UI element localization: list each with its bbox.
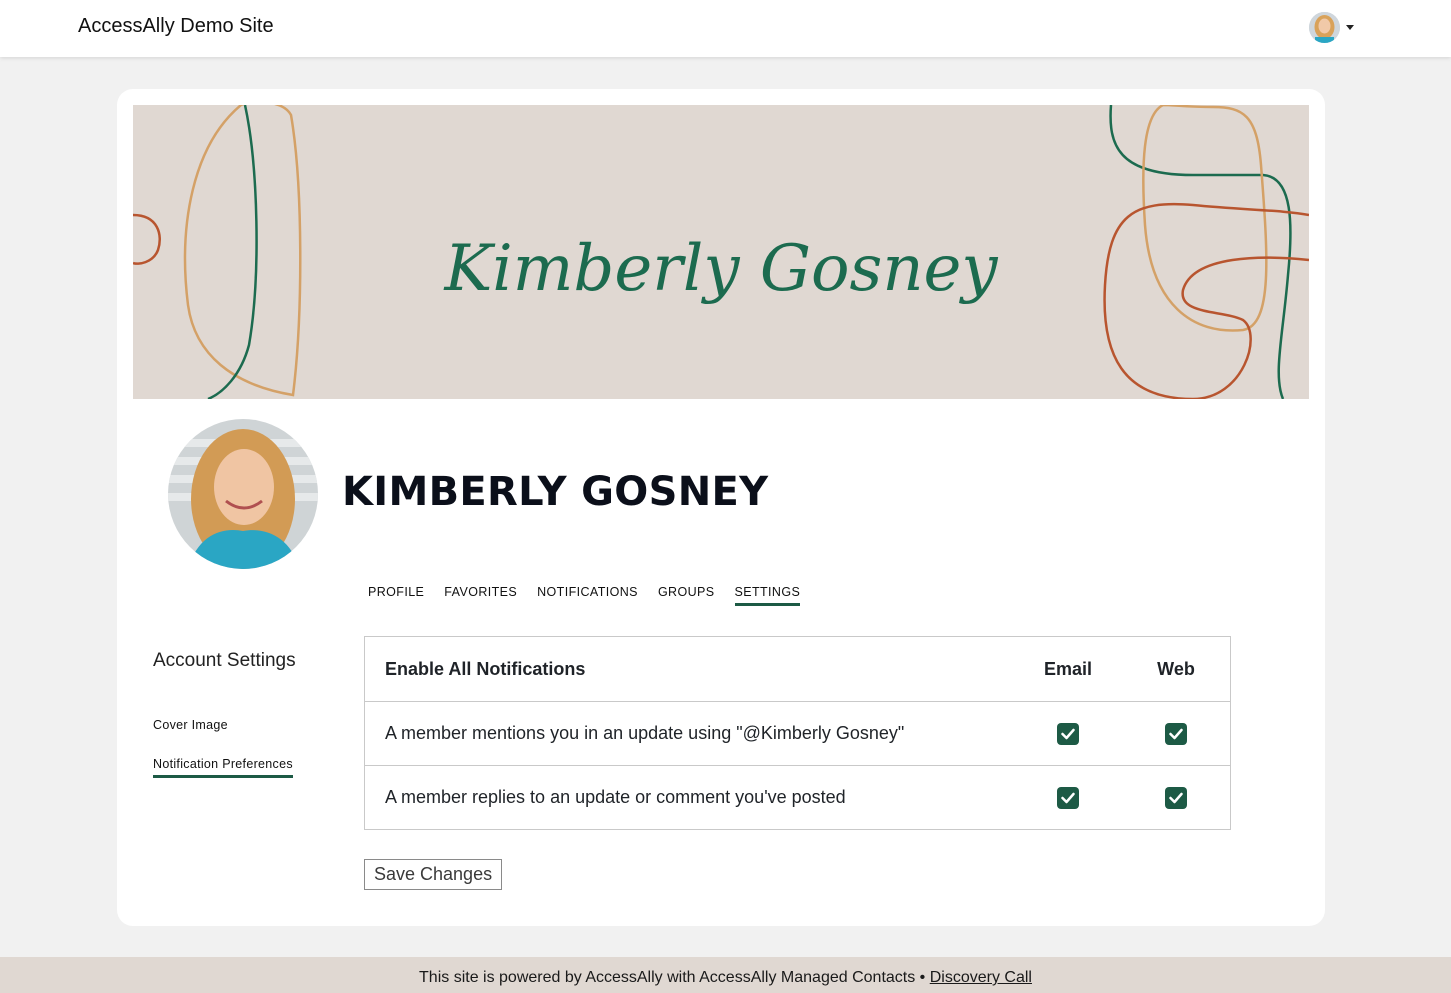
save-changes-button[interactable]: Save Changes: [364, 859, 503, 890]
discovery-call-link[interactable]: Discovery Call: [930, 969, 1032, 986]
tab-groups[interactable]: GROUPS: [658, 585, 715, 606]
notification-label: A member mentions you in an update using…: [385, 723, 905, 743]
user-avatar: [1309, 11, 1340, 43]
table-row: A member mentions you in an update using…: [365, 701, 1230, 765]
checkmark-icon: [1169, 728, 1183, 739]
user-menu-toggle[interactable]: [1309, 11, 1354, 43]
web-checkbox[interactable]: [1165, 786, 1187, 809]
top-navbar: AccessAlly Demo Site: [0, 0, 1451, 57]
checkmark-icon: [1061, 792, 1075, 803]
email-column-header: Email: [1043, 658, 1093, 679]
profile-avatar: [168, 419, 318, 569]
footer-text: This site is powered by AccessAlly with …: [419, 969, 926, 986]
tab-favorites[interactable]: FAVORITES: [444, 585, 517, 606]
caret-down-icon: [1346, 24, 1354, 30]
account-settings-title: Account Settings: [153, 650, 296, 671]
notification-preferences-table: Enable All Notifications Email Web A mem…: [364, 636, 1231, 830]
table-header-row: Enable All Notifications Email Web: [365, 637, 1230, 701]
tab-notifications[interactable]: NOTIFICATIONS: [537, 585, 638, 606]
profile-card: Kimberly Gosney KIMBERLY GOSNEY PROFILE …: [117, 89, 1325, 926]
web-checkbox[interactable]: [1165, 722, 1187, 745]
checkmark-icon: [1169, 792, 1183, 803]
profile-tabs: PROFILE FAVORITES NOTIFICATIONS GROUPS S…: [368, 585, 801, 606]
email-checkbox[interactable]: [1057, 722, 1079, 745]
tab-settings[interactable]: SETTINGS: [734, 585, 801, 606]
notification-label: A member replies to an update or comment…: [385, 787, 846, 807]
enable-all-notifications-label: Enable All Notifications: [385, 658, 586, 679]
table-row: A member replies to an update or comment…: [365, 765, 1230, 829]
tab-profile[interactable]: PROFILE: [368, 585, 424, 606]
sidebar-item-cover-image[interactable]: Cover Image: [153, 718, 228, 736]
site-footer: This site is powered by AccessAlly with …: [0, 957, 1451, 993]
cover-signature-text: Kimberly Gosney: [443, 232, 998, 306]
cover-image: Kimberly Gosney: [133, 105, 1309, 399]
email-checkbox[interactable]: [1057, 786, 1079, 809]
site-title-link[interactable]: AccessAlly Demo Site: [78, 15, 274, 38]
web-column-header: Web: [1157, 658, 1195, 679]
sidebar-item-notification-preferences[interactable]: Notification Preferences: [153, 757, 293, 778]
checkmark-icon: [1061, 728, 1075, 739]
profile-name: KIMBERLY GOSNEY: [342, 469, 769, 515]
